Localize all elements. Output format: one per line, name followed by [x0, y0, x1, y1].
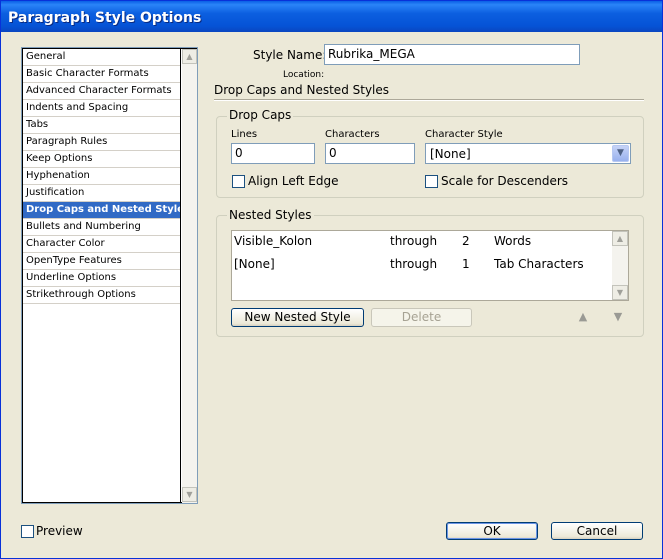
sidebar-item[interactable]: Tabs	[23, 117, 180, 134]
nested-styles-group-title: Nested Styles	[227, 208, 314, 222]
nested-style-mode: through	[390, 257, 438, 271]
sidebar-item[interactable]: Advanced Character Formats	[23, 83, 180, 100]
sidebar-item[interactable]: Bullets and Numbering	[23, 219, 180, 236]
preview-checkbox[interactable]	[21, 525, 34, 538]
move-up-icon[interactable]: ▲	[576, 311, 590, 323]
chevron-down-icon[interactable]: ▼	[612, 145, 629, 162]
character-style-value: [None]	[430, 147, 471, 161]
sidebar-item[interactable]: Drop Caps and Nested Styles	[23, 202, 180, 219]
nested-style-name: Visible_Kolon	[234, 234, 313, 248]
sidebar-item[interactable]: Justification	[23, 185, 180, 202]
drop-caps-group-title: Drop Caps	[227, 108, 294, 122]
nested-style-count: 2	[462, 234, 470, 248]
style-name-label: Style Name:	[253, 48, 327, 62]
nested-style-unit: Words	[494, 234, 532, 248]
sidebar-item[interactable]: OpenType Features	[23, 253, 180, 270]
character-style-select[interactable]: [None] ▼	[425, 143, 631, 164]
align-left-edge-label: Align Left Edge	[248, 174, 339, 188]
align-left-edge-checkbox[interactable]	[232, 175, 245, 188]
category-list[interactable]: General Basic Character Formats Advanced C…	[21, 47, 198, 504]
dialog-title: Paragraph Style Options	[1, 1, 662, 32]
nested-styles-list[interactable]: Visible_Kolon through 2 Words [None] thr…	[231, 230, 629, 301]
nested-style-mode: through	[390, 234, 438, 248]
cancel-button[interactable]: Cancel	[551, 522, 643, 540]
scroll-down-icon[interactable]: ▼	[182, 487, 197, 502]
delete-button[interactable]: Delete	[371, 308, 472, 327]
nested-style-count: 1	[462, 257, 470, 271]
character-style-label: Character Style	[425, 129, 503, 140]
scroll-up-icon[interactable]: ▲	[612, 231, 628, 246]
sidebar-item[interactable]: Strikethrough Options	[23, 287, 180, 304]
sidebar-item[interactable]: Underline Options	[23, 270, 180, 287]
scale-descenders-checkbox[interactable]	[425, 175, 438, 188]
characters-input[interactable]: 0	[325, 143, 415, 164]
category-list-scrollbar[interactable]: ▲ ▼	[182, 49, 197, 503]
nested-style-unit: Tab Characters	[494, 257, 584, 271]
sidebar-item[interactable]: Basic Character Formats	[23, 66, 180, 83]
lines-input[interactable]: 0	[231, 143, 315, 164]
section-title: Drop Caps and Nested Styles	[214, 83, 390, 97]
sidebar-item[interactable]: General	[23, 49, 180, 66]
scroll-up-icon[interactable]: ▲	[182, 49, 197, 64]
move-down-icon[interactable]: ▼	[611, 311, 625, 323]
section-divider	[214, 99, 644, 101]
sidebar-item[interactable]: Indents and Spacing	[23, 100, 180, 117]
paragraph-style-options-dialog: Paragraph Style Options General Basic Cha…	[0, 0, 663, 559]
style-name-input[interactable]: Rubrika_MEGA	[324, 44, 580, 65]
characters-label: Characters	[325, 129, 380, 140]
sidebar-item[interactable]: Hyphenation	[23, 168, 180, 185]
category-list-items: General Basic Character Formats Advanced C…	[23, 49, 181, 503]
sidebar-item[interactable]: Paragraph Rules	[23, 134, 180, 151]
ok-button[interactable]: OK	[446, 522, 538, 540]
nested-style-name: [None]	[234, 257, 275, 271]
new-nested-style-button[interactable]: New Nested Style	[231, 308, 364, 327]
sidebar-item[interactable]: Keep Options	[23, 151, 180, 168]
nested-styles-scrollbar[interactable]: ▲ ▼	[612, 231, 628, 300]
table-row[interactable]: [None] through 1 Tab Characters	[232, 254, 612, 277]
table-row[interactable]: Visible_Kolon through 2 Words	[232, 231, 612, 254]
scale-descenders-label: Scale for Descenders	[441, 174, 569, 188]
location-label: Location:	[283, 70, 325, 80]
sidebar-item[interactable]: Character Color	[23, 236, 180, 253]
lines-label: Lines	[231, 129, 258, 140]
scroll-down-icon[interactable]: ▼	[612, 285, 628, 300]
preview-label: Preview	[36, 524, 83, 538]
